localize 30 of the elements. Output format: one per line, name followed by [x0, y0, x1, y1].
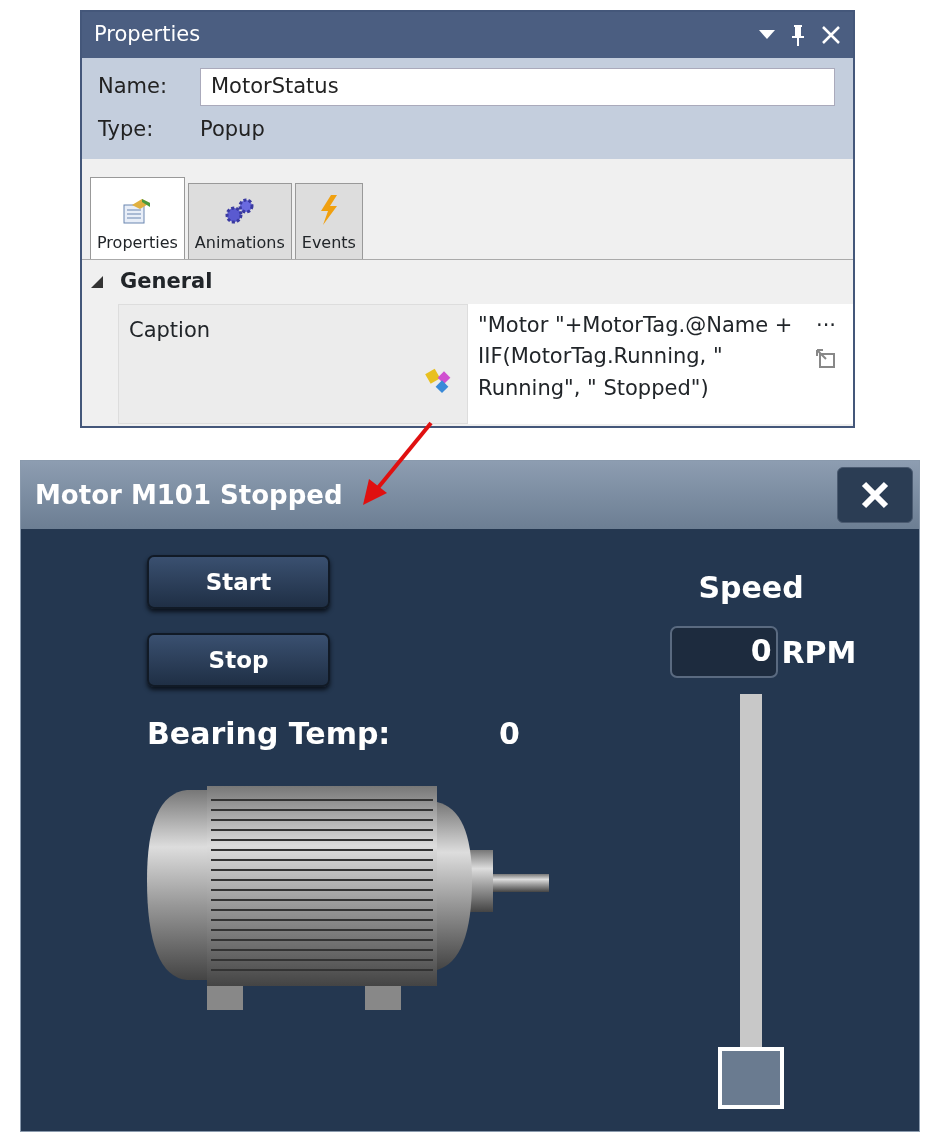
close-icon[interactable]	[821, 25, 841, 45]
dropdown-icon[interactable]	[759, 30, 775, 40]
speed-field[interactable]: 0	[669, 626, 778, 678]
pin-icon[interactable]	[791, 24, 805, 46]
properties-icon	[122, 197, 153, 225]
tab[interactable]: Animations	[187, 183, 292, 259]
speed-slider[interactable]	[718, 694, 784, 1109]
section-title: General	[120, 268, 213, 295]
tab[interactable]: Properties	[90, 177, 185, 259]
close-icon	[860, 480, 890, 510]
type-label: Type:	[98, 115, 155, 143]
speed-label: Speed	[698, 569, 804, 607]
close-button[interactable]	[837, 467, 913, 523]
bearing-temp-value: 0	[499, 715, 520, 753]
name-label: Name:	[98, 73, 169, 100]
rpm-unit: RPM	[781, 633, 857, 672]
property-value[interactable]: "Motor "+MotorTag.@Name + IIF(MotorTag.Running, " Running", " Stopped")	[478, 309, 808, 418]
name-field[interactable]: MotorStatus	[200, 68, 835, 106]
collapse-triangle-icon[interactable]	[90, 274, 104, 289]
slider-thumb[interactable]	[718, 1047, 784, 1109]
type-value: Popup	[200, 115, 265, 143]
property-name: Caption	[129, 317, 211, 342]
bearing-temp-label: Bearing Temp:	[147, 715, 392, 753]
command-button[interactable]: Start	[147, 555, 330, 609]
ellipsis-button[interactable]: ···	[816, 309, 837, 341]
expand-icon[interactable]	[816, 349, 836, 369]
panel-title: Properties	[94, 21, 201, 49]
popup-title: Motor M101 Stopped	[35, 478, 343, 512]
tab[interactable]: Events	[294, 183, 363, 259]
command-button[interactable]: Stop	[147, 633, 330, 687]
